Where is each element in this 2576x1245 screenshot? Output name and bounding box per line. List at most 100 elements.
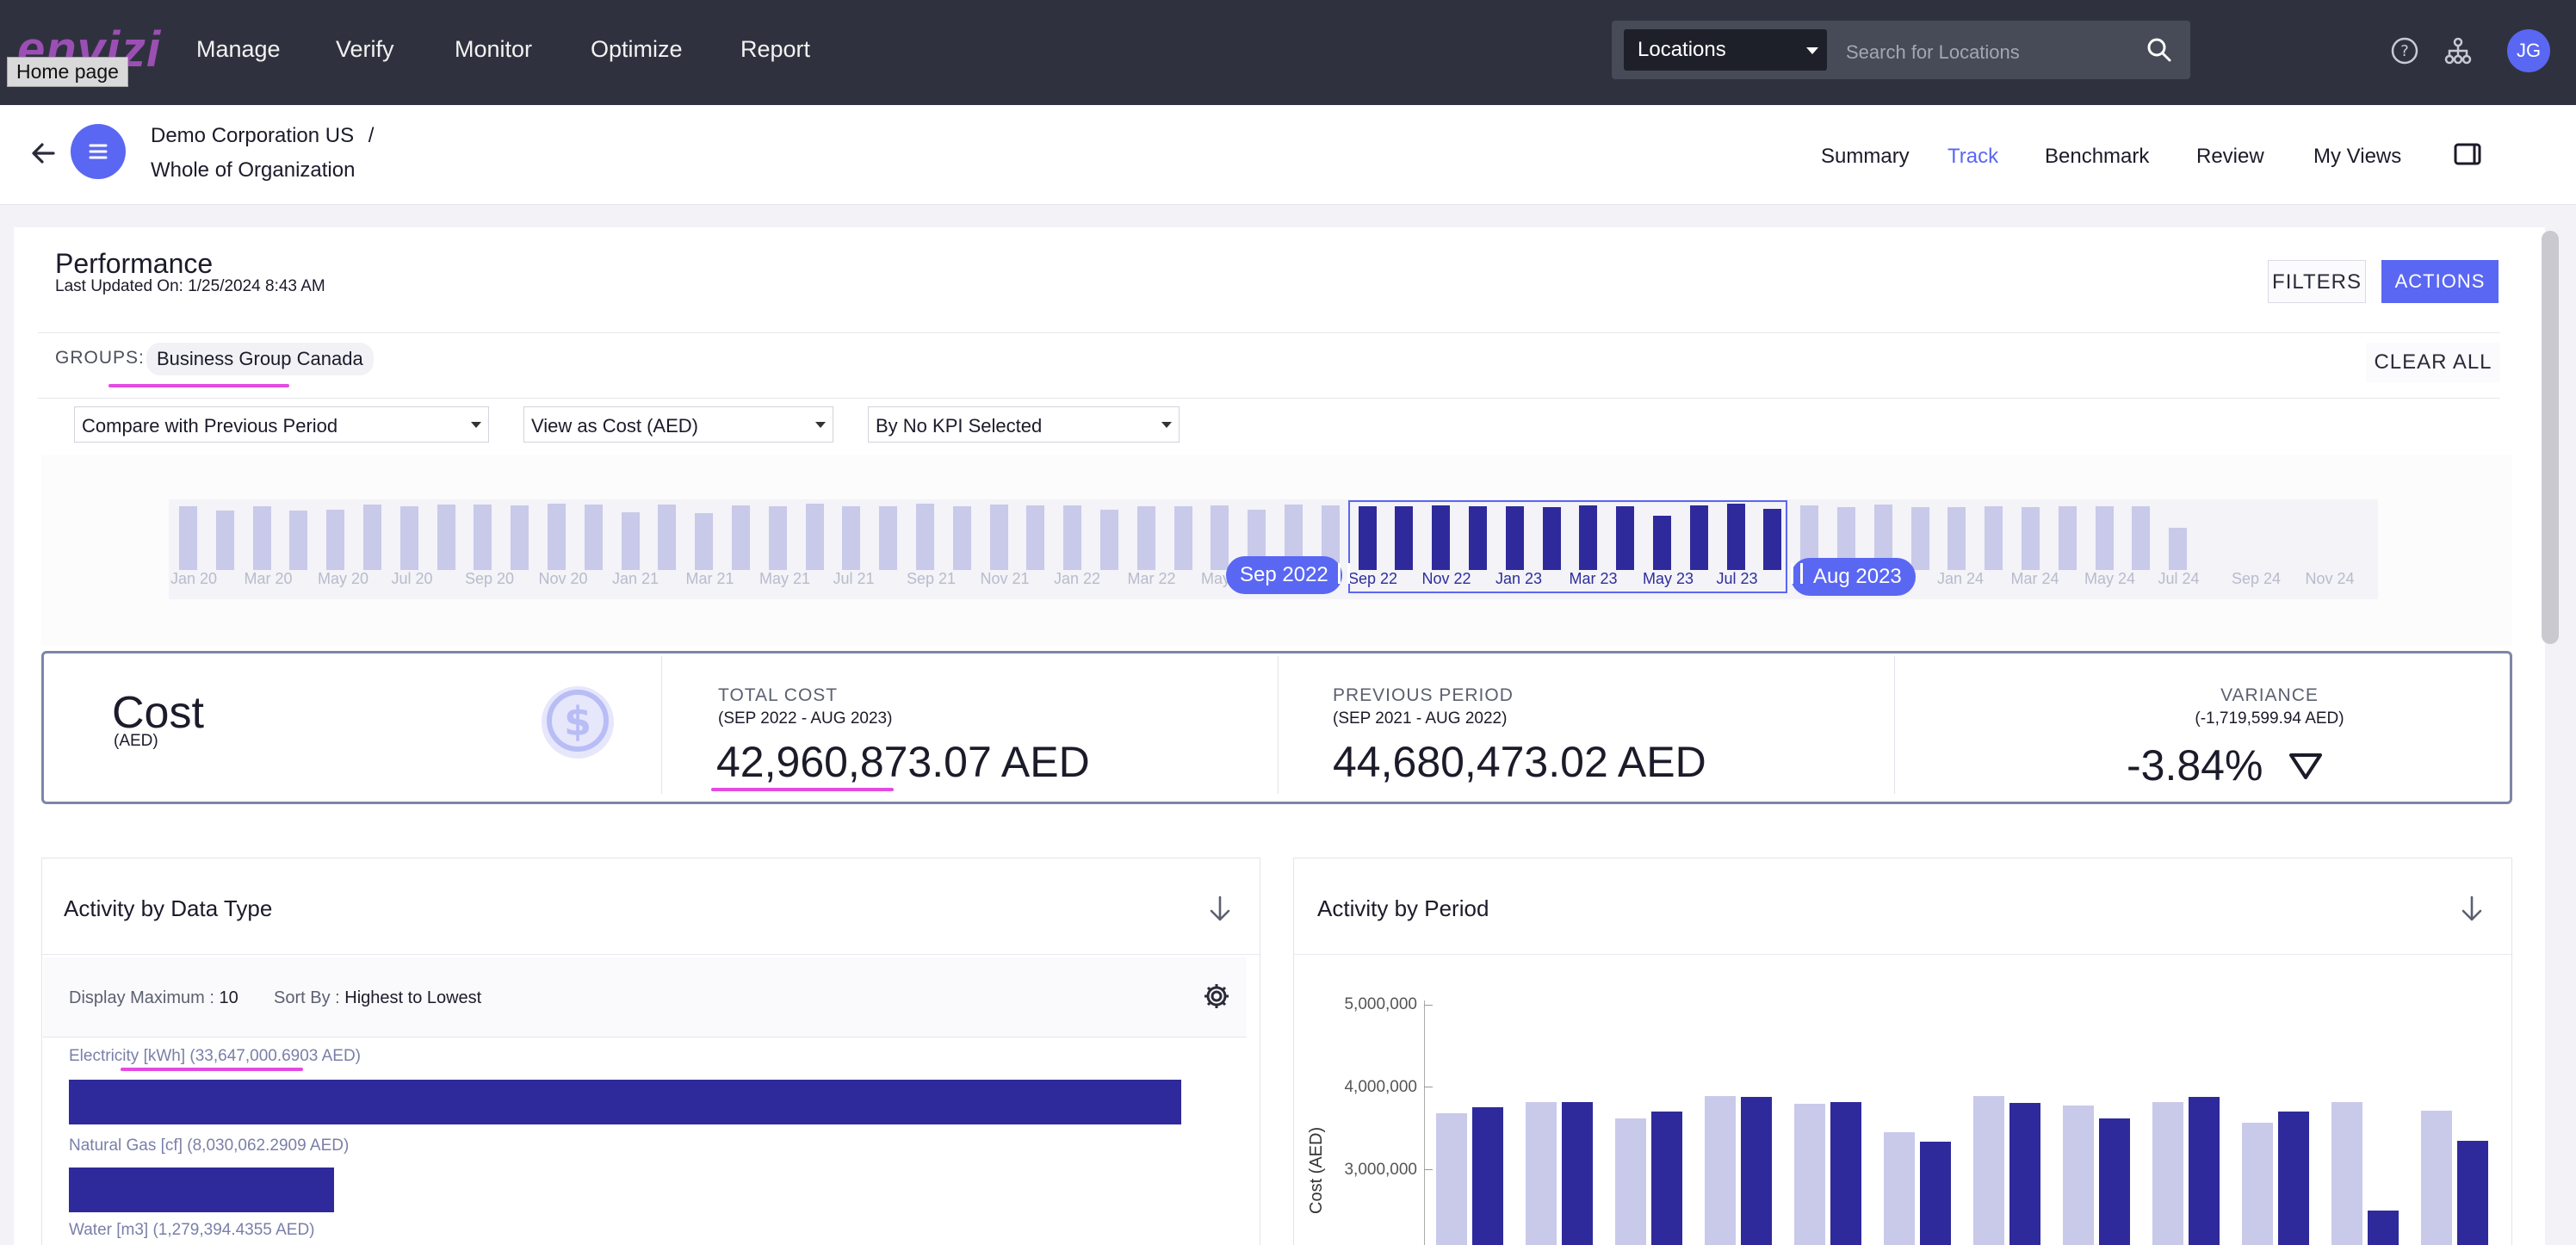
nav-optimize[interactable]: Optimize bbox=[591, 36, 683, 63]
tab-my-views[interactable]: My Views bbox=[2313, 145, 2401, 169]
period-bar[interactable] bbox=[1651, 1112, 1682, 1245]
hamburger-menu-button[interactable] bbox=[71, 124, 126, 179]
range-start-pill[interactable]: Sep 2022 bbox=[1226, 556, 1342, 594]
period-bar[interactable] bbox=[2152, 1102, 2183, 1245]
kpi-select-value: By No KPI Selected bbox=[876, 415, 1043, 437]
period-bar[interactable] bbox=[2242, 1123, 2273, 1245]
timeline-bar bbox=[1173, 506, 1192, 570]
range-end-label: Aug 2023 bbox=[1813, 565, 1902, 588]
help-icon[interactable]: ? bbox=[2390, 36, 2419, 65]
tab-track[interactable]: Track bbox=[1947, 145, 1998, 169]
view-as-select[interactable]: View as Cost (AED) bbox=[523, 406, 833, 443]
period-bar[interactable] bbox=[2278, 1112, 2309, 1245]
nav-report[interactable]: Report bbox=[740, 36, 810, 63]
timeline-tick-label: Sep 24 bbox=[2232, 570, 2282, 587]
tab-benchmark[interactable]: Benchmark bbox=[2045, 145, 2149, 169]
activity-by-data-type-title: Activity by Data Type bbox=[64, 895, 273, 921]
filters-button[interactable]: FILTERS bbox=[2268, 260, 2366, 303]
period-bar[interactable] bbox=[2099, 1118, 2130, 1245]
range-end-handle[interactable] bbox=[1791, 563, 1803, 584]
divider bbox=[38, 398, 2500, 399]
timeline-bar bbox=[399, 506, 418, 570]
period-bar[interactable] bbox=[1562, 1102, 1593, 1245]
timeline-tick-label: Jan 22 bbox=[1054, 570, 1101, 587]
breadcrumb-separator: / bbox=[368, 124, 375, 147]
location-search-input[interactable]: Search for Locations bbox=[1837, 29, 2173, 71]
activity-by-period-title: Activity by Period bbox=[1317, 895, 1489, 921]
gear-icon[interactable] bbox=[1202, 982, 1231, 1011]
actions-button[interactable]: ACTIONS bbox=[2381, 260, 2499, 303]
timeline-tick-label: Jul 24 bbox=[2158, 570, 2200, 587]
divider bbox=[1278, 656, 1279, 794]
timeline-tick-label: May 24 bbox=[2084, 570, 2136, 587]
timeline-bar bbox=[695, 513, 714, 570]
timeline-bar bbox=[215, 511, 234, 570]
panel-toggle-icon[interactable] bbox=[2454, 143, 2483, 165]
page-title: Performance bbox=[55, 248, 214, 279]
range-start-handle[interactable] bbox=[1338, 563, 1350, 584]
period-bar[interactable] bbox=[2457, 1141, 2488, 1245]
nav-monitor[interactable]: Monitor bbox=[455, 36, 532, 63]
period-bar[interactable] bbox=[1615, 1118, 1646, 1245]
data-type-bar[interactable] bbox=[69, 1080, 1181, 1124]
period-bar[interactable] bbox=[1705, 1096, 1736, 1245]
timeline-tick-label: Jul 20 bbox=[391, 570, 433, 587]
nav-manage[interactable]: Manage bbox=[196, 36, 281, 63]
period-bar[interactable] bbox=[2331, 1102, 2362, 1245]
sort-by[interactable]: Sort By : Highest to Lowest bbox=[274, 988, 481, 1008]
total-cost-period: (SEP 2022 - AUG 2023) bbox=[718, 709, 893, 728]
period-bar[interactable] bbox=[2189, 1097, 2220, 1245]
search-icon[interactable] bbox=[2146, 36, 2173, 64]
download-arrow-icon[interactable] bbox=[1205, 894, 1235, 925]
sort-by-label: Sort By : bbox=[274, 988, 340, 1007]
period-bar[interactable] bbox=[2421, 1111, 2452, 1245]
period-bar[interactable] bbox=[1884, 1132, 1915, 1245]
download-arrow-icon[interactable] bbox=[2457, 894, 2486, 925]
period-bar[interactable] bbox=[2063, 1106, 2094, 1245]
group-chip[interactable]: Business Group Canada bbox=[146, 343, 374, 375]
period-bar[interactable] bbox=[2009, 1103, 2040, 1245]
highlight-underline bbox=[121, 1068, 303, 1071]
period-bar[interactable] bbox=[1920, 1142, 1951, 1245]
tab-review[interactable]: Review bbox=[2196, 145, 2264, 169]
location-type-select[interactable]: Locations bbox=[1624, 29, 1827, 71]
display-maximum[interactable]: Display Maximum : 10 bbox=[69, 988, 238, 1008]
breadcrumb-scope[interactable]: Whole of Organization bbox=[151, 158, 355, 183]
hierarchy-icon[interactable] bbox=[2443, 36, 2473, 65]
user-avatar[interactable]: JG bbox=[2507, 29, 2550, 72]
period-bar[interactable] bbox=[1741, 1097, 1772, 1245]
caret-down-icon bbox=[1806, 47, 1818, 54]
sort-by-value: Highest to Lowest bbox=[344, 988, 482, 1007]
timeline-bar bbox=[1985, 506, 2003, 570]
breadcrumb-organization[interactable]: Demo Corporation US / bbox=[151, 124, 374, 148]
back-arrow-icon[interactable] bbox=[26, 136, 60, 170]
period-bar[interactable] bbox=[1526, 1102, 1557, 1245]
page-scrollbar[interactable] bbox=[2542, 231, 2559, 644]
clear-all-button[interactable]: CLEAR ALL bbox=[2366, 343, 2500, 382]
period-bar[interactable] bbox=[2368, 1211, 2399, 1245]
tab-summary[interactable]: Summary bbox=[1821, 145, 1910, 169]
divider bbox=[43, 1037, 1247, 1038]
kpi-select[interactable]: By No KPI Selected bbox=[868, 406, 1180, 443]
caret-down-icon bbox=[815, 422, 826, 428]
range-end-pill[interactable]: Aug 2023 bbox=[1791, 558, 1916, 596]
period-bar[interactable] bbox=[1794, 1104, 1825, 1245]
previous-period-label: PREVIOUS PERIOD bbox=[1333, 685, 1514, 705]
timeline-bar bbox=[1947, 507, 1966, 570]
period-bar[interactable] bbox=[1973, 1096, 2004, 1245]
divider bbox=[41, 954, 1260, 955]
nav-verify[interactable]: Verify bbox=[336, 36, 394, 63]
timeline-tick-label: Mar 24 bbox=[2010, 570, 2059, 587]
period-bar[interactable] bbox=[1436, 1113, 1467, 1245]
timeline-bar bbox=[289, 511, 308, 570]
data-type-bar[interactable] bbox=[69, 1168, 334, 1212]
period-bar[interactable] bbox=[1472, 1107, 1503, 1245]
period-bar[interactable] bbox=[1830, 1102, 1861, 1245]
timeline-bar bbox=[2095, 506, 2114, 570]
compare-period-select[interactable]: Compare with Previous Period bbox=[74, 406, 489, 443]
timeline-selection-window[interactable] bbox=[1348, 500, 1787, 593]
kpi-metric-name: Cost bbox=[112, 688, 204, 738]
groups-label: GROUPS: bbox=[55, 348, 145, 368]
decrease-triangle-icon bbox=[2289, 753, 2322, 779]
timeline-bar bbox=[326, 510, 345, 570]
